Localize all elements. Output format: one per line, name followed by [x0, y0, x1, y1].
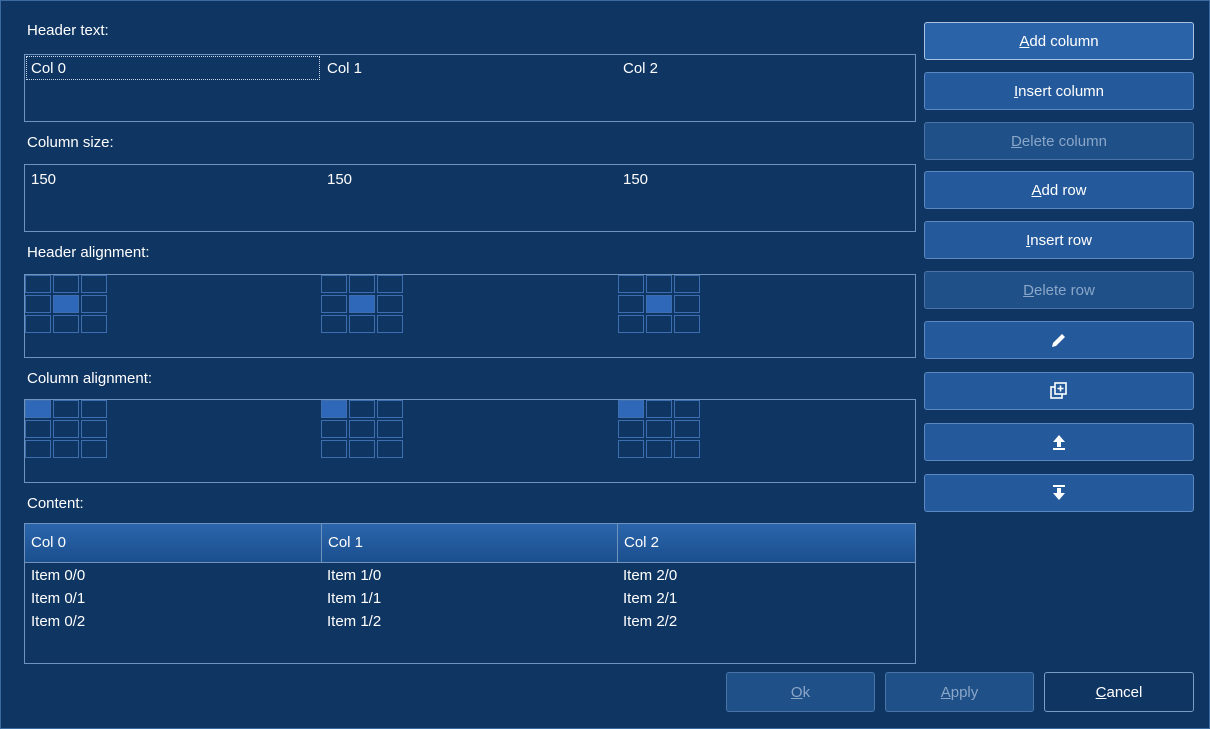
duplicate-icon — [1050, 382, 1067, 399]
apply-mnemonic: A — [940, 683, 951, 701]
column-alignment-label: Column alignment: — [27, 370, 153, 387]
add-column-mnemonic: A — [1019, 32, 1030, 50]
duplicate-button[interactable] — [924, 372, 1194, 410]
header-text-col1[interactable]: Col 1 — [327, 60, 362, 77]
move-up-icon — [1053, 435, 1065, 450]
cancel-mnemonic: C — [1095, 683, 1107, 701]
delete-row-button[interactable]: Delete row — [924, 271, 1194, 309]
move-down-button[interactable] — [924, 474, 1194, 512]
add-column-label: dd column — [1029, 32, 1099, 50]
delete-row-mnemonic: D — [1023, 281, 1034, 299]
header-text-focus — [26, 56, 320, 80]
apply-button[interactable]: Apply — [885, 672, 1034, 712]
move-up-button[interactable] — [924, 423, 1194, 461]
delete-column-mnemonic: D — [1011, 132, 1022, 150]
content-cell[interactable]: Item 0/2 — [31, 613, 85, 630]
content-cell[interactable]: Item 1/1 — [327, 590, 381, 607]
insert-row-button[interactable]: Insert row — [924, 221, 1194, 259]
add-row-mnemonic: A — [1031, 181, 1042, 199]
column-alignment-grid[interactable] — [24, 399, 916, 483]
content-cell[interactable]: Item 2/1 — [623, 590, 677, 607]
header-text-label: Header text: — [27, 22, 109, 39]
cancel-label: ancel — [1106, 683, 1143, 701]
content-column-header[interactable]: Col 0 — [25, 524, 322, 562]
column-size-label: Column size: — [27, 134, 114, 151]
content-cell[interactable]: Item 0/1 — [31, 590, 85, 607]
column-size-col0[interactable]: 150 — [31, 171, 56, 188]
header-alignment-picker-col2[interactable] — [618, 275, 700, 333]
column-size-col2[interactable]: 150 — [623, 171, 648, 188]
content-column-header[interactable]: Col 2 — [618, 524, 915, 562]
ok-mnemonic: O — [790, 683, 803, 701]
insert-row-label: nsert row — [1030, 231, 1092, 249]
content-cell[interactable]: Item 1/0 — [327, 567, 381, 584]
header-text-grid[interactable]: Col 0 Col 1 Col 2 — [24, 54, 916, 122]
column-size-col1[interactable]: 150 — [327, 171, 352, 188]
content-cell[interactable]: Item 0/0 — [31, 567, 85, 584]
add-row-button[interactable]: Add row — [924, 171, 1194, 209]
ok-label: k — [802, 683, 811, 701]
header-text-col0[interactable]: Col 0 — [31, 60, 66, 77]
edit-button[interactable] — [924, 321, 1194, 359]
delete-column-label: elete column — [1021, 132, 1107, 150]
delete-column-button[interactable]: Delete column — [924, 122, 1194, 160]
apply-label: pply — [950, 683, 979, 701]
header-alignment-picker-col1[interactable] — [321, 275, 403, 333]
column-size-grid[interactable]: 150 150 150 — [24, 164, 916, 232]
content-label: Content: — [27, 495, 84, 512]
column-alignment-picker-col0[interactable] — [25, 400, 107, 458]
add-column-button[interactable]: Add column — [924, 22, 1194, 60]
content-cell[interactable]: Item 2/2 — [623, 613, 677, 630]
content-cell[interactable]: Item 2/0 — [623, 567, 677, 584]
header-text-col2[interactable]: Col 2 — [623, 60, 658, 77]
header-alignment-grid[interactable] — [24, 274, 916, 358]
delete-row-label: elete row — [1033, 281, 1095, 299]
cancel-button[interactable]: Cancel — [1044, 672, 1194, 712]
content-column-header[interactable]: Col 1 — [322, 524, 618, 562]
pencil-icon — [1052, 334, 1065, 347]
column-alignment-picker-col1[interactable] — [321, 400, 403, 458]
content-cell[interactable]: Item 1/2 — [327, 613, 381, 630]
add-row-label: dd row — [1041, 181, 1087, 199]
move-down-icon — [1053, 485, 1065, 500]
ok-button[interactable]: Ok — [726, 672, 875, 712]
insert-column-button[interactable]: Insert column — [924, 72, 1194, 110]
header-alignment-picker-col0[interactable] — [25, 275, 107, 333]
column-alignment-picker-col2[interactable] — [618, 400, 700, 458]
content-table-header: Col 0 Col 1 Col 2 — [25, 524, 915, 563]
content-table[interactable]: Col 0 Col 1 Col 2 Item 0/0 Item 1/0 Item… — [24, 523, 916, 664]
header-alignment-label: Header alignment: — [27, 244, 150, 261]
insert-column-label: nsert column — [1018, 82, 1105, 100]
